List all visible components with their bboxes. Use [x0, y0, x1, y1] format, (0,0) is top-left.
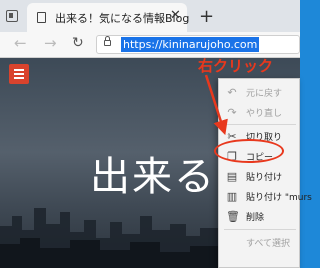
new-tab-icon[interactable]: + [199, 6, 214, 27]
paste-text-icon: ▥ [226, 190, 238, 203]
menu-item-label: 貼り付け "murs [246, 193, 312, 203]
menu-item-label: すべて選択 [246, 239, 291, 249]
lock-icon[interactable] [104, 36, 111, 46]
redo-icon: ↷ [227, 106, 237, 119]
menu-item-label: 貼り付け [246, 173, 283, 183]
menu-item-paste[interactable]: ▤ 貼り付け [219, 167, 301, 187]
browser-tab[interactable]: 出来る！気になる情報Blog ✕ [27, 3, 189, 32]
trash-icon: 🗑 [226, 210, 240, 223]
menu-separator [224, 229, 296, 230]
forward-icon[interactable]: → [44, 34, 57, 52]
annotation-callout: 右クリック [198, 57, 274, 75]
page-icon [37, 12, 46, 23]
annotation-highlight-oval [214, 139, 284, 163]
reload-icon[interactable]: ↻ [72, 35, 84, 51]
menu-item-undo[interactable]: ↶ 元に戻す [219, 83, 301, 103]
menu-item-select-all[interactable]: すべて選択 [219, 233, 301, 253]
menu-item-delete[interactable]: 🗑 削除 [219, 207, 301, 227]
paste-icon: ▤ [226, 170, 238, 183]
menu-item-label: 削除 [246, 213, 265, 223]
menu-separator [224, 124, 296, 125]
menu-hamburger-icon[interactable] [9, 64, 29, 84]
hero-title: 出来る [90, 154, 216, 200]
undo-icon: ↶ [227, 86, 237, 99]
address-bar[interactable]: https://kininarujoho.com [96, 35, 300, 54]
menu-item-paste-text[interactable]: ▥ 貼り付け "murs [219, 187, 312, 207]
tab-actions-icon[interactable] [6, 10, 18, 22]
menu-item-redo[interactable]: ↷ やり直し [219, 103, 301, 123]
menu-item-label: やり直し [246, 109, 283, 119]
url-text[interactable]: https://kininarujoho.com [121, 37, 260, 52]
back-icon[interactable]: ← [14, 34, 27, 52]
menu-item-label: 元に戻す [246, 89, 283, 99]
context-menu: ↶ 元に戻す ↷ やり直し ✂ 切り取り ❐ コピー ▤ 貼り付け ▥ 貼り付け… [218, 78, 312, 268]
tab-close-icon[interactable]: ✕ [170, 8, 181, 23]
tab-strip: 出来る！気になる情報Blog ✕ + [0, 0, 300, 32]
